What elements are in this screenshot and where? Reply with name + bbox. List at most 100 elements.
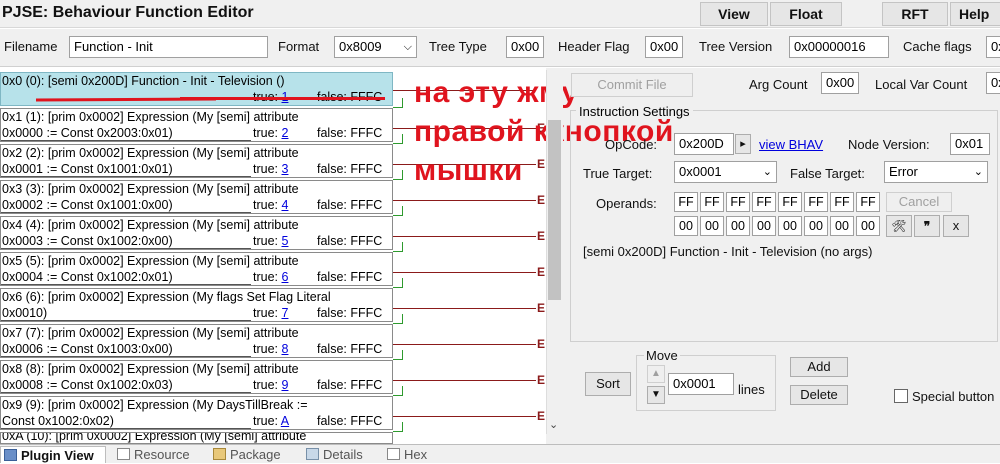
false-connector: [393, 416, 536, 417]
tree-node[interactable]: 0x8 (8): [prim 0x0002] Expression (My [s…: [0, 360, 393, 394]
header-flag-field[interactable]: 0x00: [645, 36, 683, 58]
float-button[interactable]: Float: [770, 2, 842, 26]
tree-type-field[interactable]: 0x00: [506, 36, 544, 58]
operand-field[interactable]: FF: [830, 192, 854, 212]
tab-details[interactable]: Details: [303, 446, 363, 463]
true-target-value: 0x0001: [679, 164, 722, 179]
scrollbar-thumb[interactable]: [548, 120, 561, 300]
arrow-down-icon[interactable]: ▼: [647, 386, 665, 404]
true-target-link[interactable]: 2: [282, 126, 289, 140]
chevron-down-icon: ⌵: [403, 41, 412, 53]
true-target-link[interactable]: 8: [282, 342, 289, 356]
operand-field[interactable]: 00: [804, 216, 828, 236]
tree-node[interactable]: 0x7 (7): [prim 0x0002] Expression (My [s…: [0, 324, 393, 358]
tree-node[interactable]: 0x9 (9): [prim 0x0002] Expression (My Da…: [0, 396, 393, 430]
tab-resource[interactable]: Resource: [114, 446, 190, 463]
true-label: true:: [253, 198, 282, 212]
tree-node[interactable]: 0x4 (4): [prim 0x0002] Expression (My [s…: [0, 216, 393, 250]
operand-field[interactable]: FF: [726, 192, 750, 212]
tree-version-field[interactable]: 0x00000016: [789, 36, 889, 58]
node-text: 0x7 (7): [prim 0x0002] Expression (My [s…: [2, 326, 299, 340]
operand-field[interactable]: 00: [778, 216, 802, 236]
instruction-settings-title: Instruction Settings: [576, 104, 693, 119]
operand-field[interactable]: FF: [778, 192, 802, 212]
true-target-link[interactable]: 6: [282, 270, 289, 284]
view-button[interactable]: View: [700, 2, 768, 26]
add-button[interactable]: Add: [790, 357, 848, 377]
false-connector: [393, 200, 536, 201]
node-text-2: 0x0006 := Const 0x1003:0x00): [2, 342, 173, 356]
node-text: 0x3 (3): [prim 0x0002] Expression (My [s…: [2, 182, 299, 196]
true-target-link[interactable]: 4: [282, 198, 289, 212]
tree-node[interactable]: 0x6 (6): [prim 0x0002] Expression (My fl…: [0, 288, 393, 322]
wrench-icon[interactable]: 🛠: [886, 215, 912, 237]
rft-button[interactable]: RFT: [882, 2, 948, 26]
node-text: 0x8 (8): [prim 0x0002] Expression (My [s…: [2, 362, 299, 376]
quote-icon[interactable]: ❞: [914, 215, 940, 237]
operand-field[interactable]: FF: [804, 192, 828, 212]
operand-field[interactable]: 00: [726, 216, 750, 236]
format-label: Format: [278, 39, 320, 54]
cancel-button[interactable]: Cancel: [886, 192, 952, 212]
special-button-label: Special button: [912, 389, 995, 404]
node-version-field[interactable]: 0x01: [950, 133, 990, 155]
true-connector: [393, 170, 403, 180]
false-target: false: FFFC: [317, 378, 383, 392]
operands-label: Operands:: [596, 196, 657, 211]
operand-field[interactable]: FF: [752, 192, 776, 212]
true-target-select[interactable]: 0x0001 ⌄: [674, 161, 777, 183]
arrow-up-icon[interactable]: ▲: [647, 365, 665, 383]
true-target-link[interactable]: 5: [282, 234, 289, 248]
commit-file-button[interactable]: Commit File: [571, 73, 693, 97]
format-select[interactable]: 0x8009 ⌵: [334, 36, 417, 58]
true-target-link[interactable]: 3: [282, 162, 289, 176]
filename-field[interactable]: Function - Init: [69, 36, 268, 58]
delete-button[interactable]: Delete: [790, 385, 848, 405]
special-button-checkbox[interactable]: [894, 389, 908, 403]
operand-field[interactable]: 00: [700, 216, 724, 236]
local-var-count-field[interactable]: 0x: [986, 72, 1000, 94]
true-label: true:: [253, 342, 282, 356]
operand-field[interactable]: 00: [674, 216, 698, 236]
tree-node[interactable]: 0x1 (1): [prim 0x0002] Expression (My [s…: [0, 108, 393, 142]
move-lines-field[interactable]: 0x0001: [668, 373, 734, 395]
node-text: 0x6 (6): [prim 0x0002] Expression (My fl…: [2, 290, 331, 304]
operand-field[interactable]: FF: [856, 192, 880, 212]
tree-node-partial[interactable]: 0xA (10): [prim 0x0002] Expression (My […: [0, 432, 393, 444]
tab-package[interactable]: Package: [210, 446, 281, 463]
clear-operands-button[interactable]: x: [943, 215, 969, 237]
scroll-down-arrow-icon[interactable]: ⌄: [549, 418, 558, 431]
operand-field[interactable]: 00: [752, 216, 776, 236]
cache-flags-field[interactable]: 0x: [986, 36, 1000, 58]
node-text-2: 0x0000 := Const 0x2003:0x01): [2, 126, 173, 140]
operand-field[interactable]: 00: [856, 216, 880, 236]
tab-plugin-view[interactable]: Plugin View: [0, 446, 106, 463]
opcode-field[interactable]: 0x200D: [674, 133, 734, 155]
node-text: 0xA (10): [prim 0x0002] Expression (My […: [2, 432, 307, 443]
true-target-link[interactable]: 9: [282, 378, 289, 392]
operand-field[interactable]: FF: [674, 192, 698, 212]
node-underline: [1, 356, 251, 357]
tree-node[interactable]: 0x3 (3): [prim 0x0002] Expression (My [s…: [0, 180, 393, 214]
sort-button[interactable]: Sort: [585, 372, 631, 396]
true-target-link[interactable]: 7: [282, 306, 289, 320]
help-button[interactable]: Help: [950, 2, 1000, 26]
hex-icon: [387, 448, 400, 460]
error-marker: E: [537, 157, 546, 171]
cache-flags-label: Cache flags: [903, 39, 972, 54]
tree-node[interactable]: 0x2 (2): [prim 0x0002] Expression (My [s…: [0, 144, 393, 178]
operand-field[interactable]: 00: [830, 216, 854, 236]
false-target-select[interactable]: Error ⌄: [884, 161, 988, 183]
true-label: true:: [253, 270, 282, 284]
operand-field[interactable]: FF: [700, 192, 724, 212]
tree-node[interactable]: 0x5 (5): [prim 0x0002] Expression (My [s…: [0, 252, 393, 286]
tab-hex[interactable]: Hex: [384, 446, 427, 463]
true-target-link[interactable]: A: [281, 414, 289, 428]
opcode-arrow-button[interactable]: ▸: [735, 134, 751, 154]
node-text-2: 0x0001 := Const 0x1001:0x01): [2, 162, 173, 176]
arg-count-field[interactable]: 0x00: [821, 72, 859, 94]
view-bhav-link[interactable]: view BHAV: [759, 137, 823, 152]
chevron-down-icon: ⌄: [973, 166, 983, 178]
node-text-2: Const 0x1002:0x02): [2, 414, 114, 428]
false-connector: [393, 344, 536, 345]
